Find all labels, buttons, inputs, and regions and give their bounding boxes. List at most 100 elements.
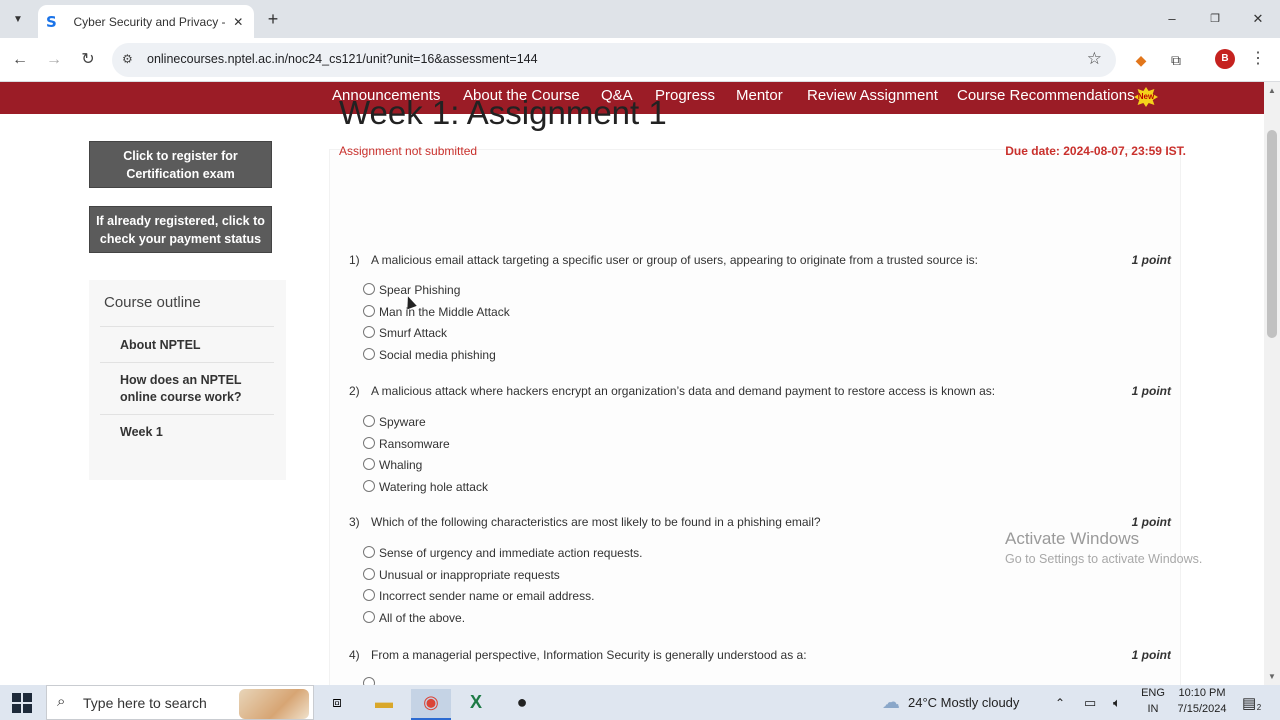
minimize-icon[interactable]: – [1160,8,1184,30]
radio-button[interactable] [363,414,375,427]
battery-icon[interactable]: ▭ [1084,685,1096,720]
chrome-icon[interactable]: ◉ [411,689,451,720]
answer-option[interactable]: All of the above. [363,610,466,625]
scrollbar-thumb[interactable] [1267,130,1277,338]
question-text: From a managerial perspective, Informati… [371,648,807,662]
task-view-icon[interactable]: ⧈ [317,689,357,720]
extensions-puzzle-icon[interactable]: ⧉ [1164,48,1188,72]
excel-icon[interactable]: X [456,689,496,720]
radio-button[interactable] [363,677,375,685]
scroll-down-arrow-icon[interactable]: ▼ [1268,672,1276,681]
profile-avatar[interactable]: B [1215,49,1235,69]
radio-button[interactable] [363,304,375,317]
radio-button[interactable] [363,457,375,470]
question-points: 1 point [1131,648,1171,662]
windows-start-icon[interactable] [12,693,32,713]
radio-button[interactable] [363,347,375,360]
option-label: Incorrect sender name or email address. [379,589,595,603]
browser-tab-bar: ▼ S Cyber Security and Privacy - - U ✕ +… [0,0,1280,38]
payment-status-button[interactable]: If already registered, click to check yo… [89,206,272,253]
bookmark-star-icon[interactable]: ☆ [1087,49,1102,69]
question-2: 2) A malicious attack where hackers encr… [349,384,1171,499]
option-label: Social media phishing [379,348,496,362]
browser-menu-icon[interactable]: ⋮ [1250,48,1266,68]
option-label: Unusual or inappropriate requests [379,568,560,582]
due-date: Due date: 2024-08-07, 23:59 IST. [1005,144,1186,158]
radio-button[interactable] [363,610,375,623]
nav-course-recommendations[interactable]: Course Recommendations [957,87,1135,104]
address-bar[interactable]: ⚙ onlinecourses.nptel.ac.in/noc24_cs121/… [112,43,1116,77]
restore-icon[interactable]: ❐ [1203,8,1227,30]
outline-item-how-course-works[interactable]: How does an NPTEL online course work? [100,362,274,414]
option-label: Sense of urgency and immediate action re… [379,546,643,560]
site-info-icon[interactable]: ⚙ [122,52,133,66]
nav-mentor[interactable]: Mentor [736,87,783,104]
option-label: Spyware [379,415,426,429]
clock-date[interactable]: 7/15/2024 [1172,703,1232,715]
radio-button[interactable] [363,588,375,601]
outline-item-week-1[interactable]: Week 1 [100,414,274,450]
answer-option[interactable]: Smurf Attack [363,325,448,340]
back-arrow-icon[interactable]: ← [8,48,32,72]
reload-icon[interactable]: ↻ [76,48,100,72]
option-label: Man in the Middle Attack [379,305,510,319]
language-region[interactable]: IN [1140,703,1166,715]
radio-button[interactable] [363,479,375,492]
obs-recorder-icon[interactable]: ● [502,689,542,720]
radio-button[interactable] [363,545,375,558]
answer-option[interactable]: Social media phishing [363,347,496,362]
radio-button[interactable] [363,567,375,580]
question-number: 4) [349,648,360,662]
site-favicon-icon: S [46,12,57,31]
option-label: Watering hole attack [379,480,488,494]
forward-arrow-icon[interactable]: → [42,48,66,72]
answer-option[interactable]: Whaling [363,457,422,472]
tab-search-icon[interactable]: ▼ [6,7,30,31]
weather-widget[interactable]: ☁ 24°C Mostly cloudy [882,685,1019,720]
answer-option[interactable]: Man in the Middle Attack [363,304,510,319]
language-code[interactable]: ENG [1140,687,1166,699]
tab-title: Cyber Security and Privacy - - U [73,14,224,29]
page-title: Week 1: Assignment 1 [339,94,667,131]
answer-option[interactable]: Sense of urgency and immediate action re… [363,545,643,560]
answer-option[interactable]: Incorrect sender name or email address. [363,588,595,603]
answer-option[interactable]: Spyware [363,414,426,429]
tray-overflow-chevron-icon[interactable]: ⌃ [1055,685,1065,720]
answer-option[interactable]: Unusual or inappropriate requests [363,567,560,582]
taskbar-search-box[interactable]: ⌕ Type here to search [46,685,314,720]
search-highlight-image [239,689,309,719]
answer-option[interactable]: Watering hole attack [363,479,488,494]
submission-status: Assignment not submitted [339,144,478,158]
new-tab-icon[interactable]: + [262,8,284,30]
cloud-icon: ☁ [882,692,900,712]
register-certification-button[interactable]: Click to register for Certification exam [89,141,272,188]
course-outline-panel: Course outline About NPTEL How does an N… [89,280,286,480]
activate-windows-hint: Go to Settings to activate Windows. [1005,552,1203,566]
outline-item-about-nptel[interactable]: About NPTEL [100,326,274,362]
clock-time[interactable]: 10:10 PM [1172,687,1232,699]
volume-icon[interactable]: 🔈︎ [1113,685,1121,720]
answer-option[interactable]: Ransomware [363,436,450,451]
radio-button[interactable] [363,436,375,449]
browser-tab-active[interactable]: S Cyber Security and Privacy - - U ✕ [38,5,254,38]
option-label: Smurf Attack [379,326,448,340]
question-text: A malicious email attack targeting a spe… [371,253,978,267]
radio-button[interactable] [363,282,375,295]
option-label: All of the above. [379,611,466,625]
url-text[interactable]: onlinecourses.nptel.ac.in/noc24_cs121/un… [147,52,538,66]
question-number: 2) [349,384,360,398]
windows-taskbar: ⌕ Type here to search ⧈ ▬ ◉ X ● ☁ 24°C M… [0,685,1280,720]
window-close-icon[interactable]: ✕ [1246,8,1270,30]
search-placeholder[interactable]: Type here to search [83,695,207,711]
file-explorer-icon[interactable]: ▬ [364,689,404,720]
question-points: 1 point [1131,515,1171,529]
notification-count: 2 [1256,703,1262,712]
metamask-extension-icon[interactable]: ◆ [1129,48,1153,72]
option-label: Ransomware [379,437,450,451]
search-icon: ⌕ [57,693,66,710]
nav-review-assignment[interactable]: Review Assignment [807,87,938,104]
scroll-up-arrow-icon[interactable]: ▲ [1268,86,1276,95]
radio-button[interactable] [363,325,375,338]
tab-close-icon[interactable]: ✕ [231,15,246,29]
page-scrollbar[interactable]: ▲ ▼ [1264,82,1280,685]
